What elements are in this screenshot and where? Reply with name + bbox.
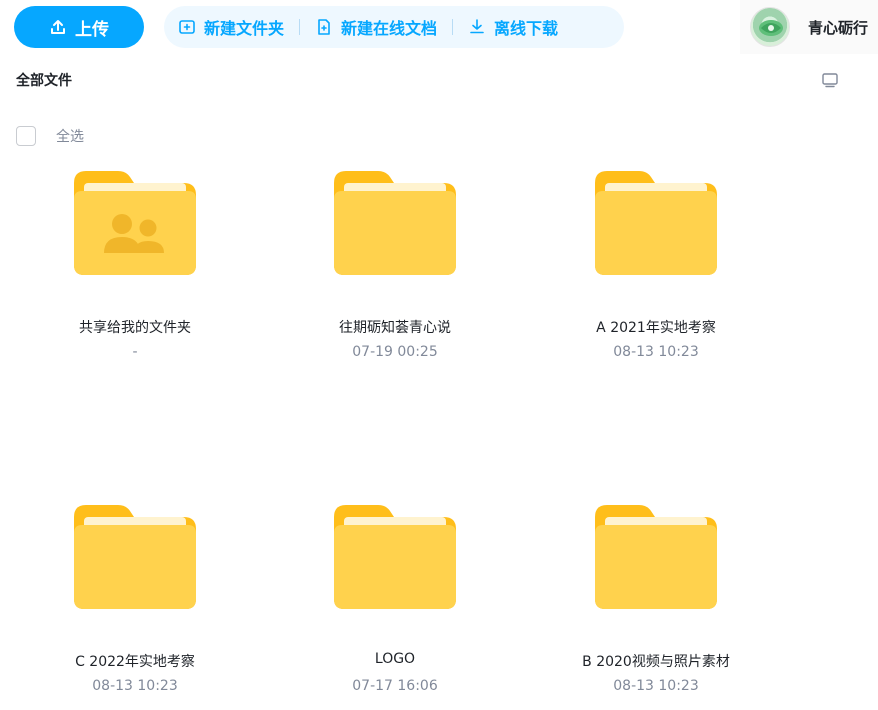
folder-icon bbox=[74, 505, 196, 609]
folder-icon bbox=[334, 171, 456, 275]
select-all: 全选 bbox=[16, 126, 84, 146]
file-modified-time: 08-13 10:23 bbox=[92, 678, 178, 694]
file-item[interactable]: B 2020视频与照片素材 08-13 10:23 bbox=[536, 503, 776, 703]
file-name: A 2021年实地考察 bbox=[596, 320, 716, 336]
file-item[interactable]: 共享给我的文件夹 - bbox=[15, 169, 255, 369]
download-icon bbox=[470, 19, 484, 34]
new-document-icon bbox=[318, 19, 330, 35]
shared-folder-icon bbox=[74, 171, 196, 275]
upload-icon bbox=[51, 20, 65, 34]
file-modified-time: 07-17 16:06 bbox=[352, 678, 438, 694]
select-all-label: 全选 bbox=[56, 129, 84, 145]
avatar-logo-icon bbox=[759, 20, 783, 36]
folder-icon bbox=[595, 505, 717, 609]
toolbar-divider bbox=[299, 19, 301, 35]
file-name: 共享给我的文件夹 bbox=[79, 320, 191, 336]
file-item[interactable]: C 2022年实地考察 08-13 10:23 bbox=[15, 503, 255, 703]
user-name: 青心砺行 bbox=[808, 18, 869, 37]
view-mode-icon bbox=[822, 73, 838, 88]
file-name: 往期砺知荟青心说 bbox=[339, 320, 451, 336]
file-item[interactable]: 往期砺知荟青心说 07-19 00:25 bbox=[275, 169, 515, 369]
file-name: C 2022年实地考察 bbox=[75, 654, 195, 670]
new-folder-label: 新建文件夹 bbox=[204, 19, 285, 38]
upload-button-label: 上传 bbox=[75, 19, 109, 40]
offline-download-button[interactable]: 离线下载 bbox=[468, 15, 558, 39]
toolbar-divider bbox=[452, 19, 454, 35]
offline-download-label: 离线下载 bbox=[494, 19, 559, 38]
file-modified-time: 07-19 00:25 bbox=[352, 344, 438, 360]
file-modified-time: 08-13 10:23 bbox=[613, 678, 699, 694]
user-profile[interactable]: 青心砺行 bbox=[740, 0, 878, 54]
folder-icon bbox=[595, 171, 717, 275]
file-item[interactable]: A 2021年实地考察 08-13 10:23 bbox=[536, 169, 776, 369]
file-name: B 2020视频与照片素材 bbox=[582, 654, 730, 670]
upload-button[interactable]: 上传 bbox=[14, 6, 144, 48]
folder-icon bbox=[334, 505, 456, 609]
new-folder-icon bbox=[179, 20, 195, 34]
avatar[interactable] bbox=[750, 7, 790, 47]
file-item[interactable]: LOGO 07-17 16:06 bbox=[275, 503, 515, 703]
new-folder-button[interactable]: 新建文件夹 bbox=[178, 15, 284, 39]
file-modified-time: 08-13 10:23 bbox=[613, 344, 699, 360]
new-online-doc-button[interactable]: 新建在线文档 bbox=[315, 15, 437, 39]
select-all-checkbox[interactable] bbox=[16, 126, 36, 146]
toolbar-action-group: 新建文件夹 新建在线文档 离线下载 bbox=[164, 6, 624, 48]
file-name: LOGO bbox=[374, 651, 416, 667]
top-toolbar: 上传 新建文件夹 新建在线文档 离线下载 青心砺行 bbox=[0, 0, 878, 56]
new-online-doc-label: 新建在线文档 bbox=[341, 19, 438, 38]
view-toggle-button[interactable] bbox=[820, 70, 840, 90]
file-modified-time: - bbox=[132, 344, 138, 360]
breadcrumb[interactable]: 全部文件 bbox=[16, 70, 72, 90]
